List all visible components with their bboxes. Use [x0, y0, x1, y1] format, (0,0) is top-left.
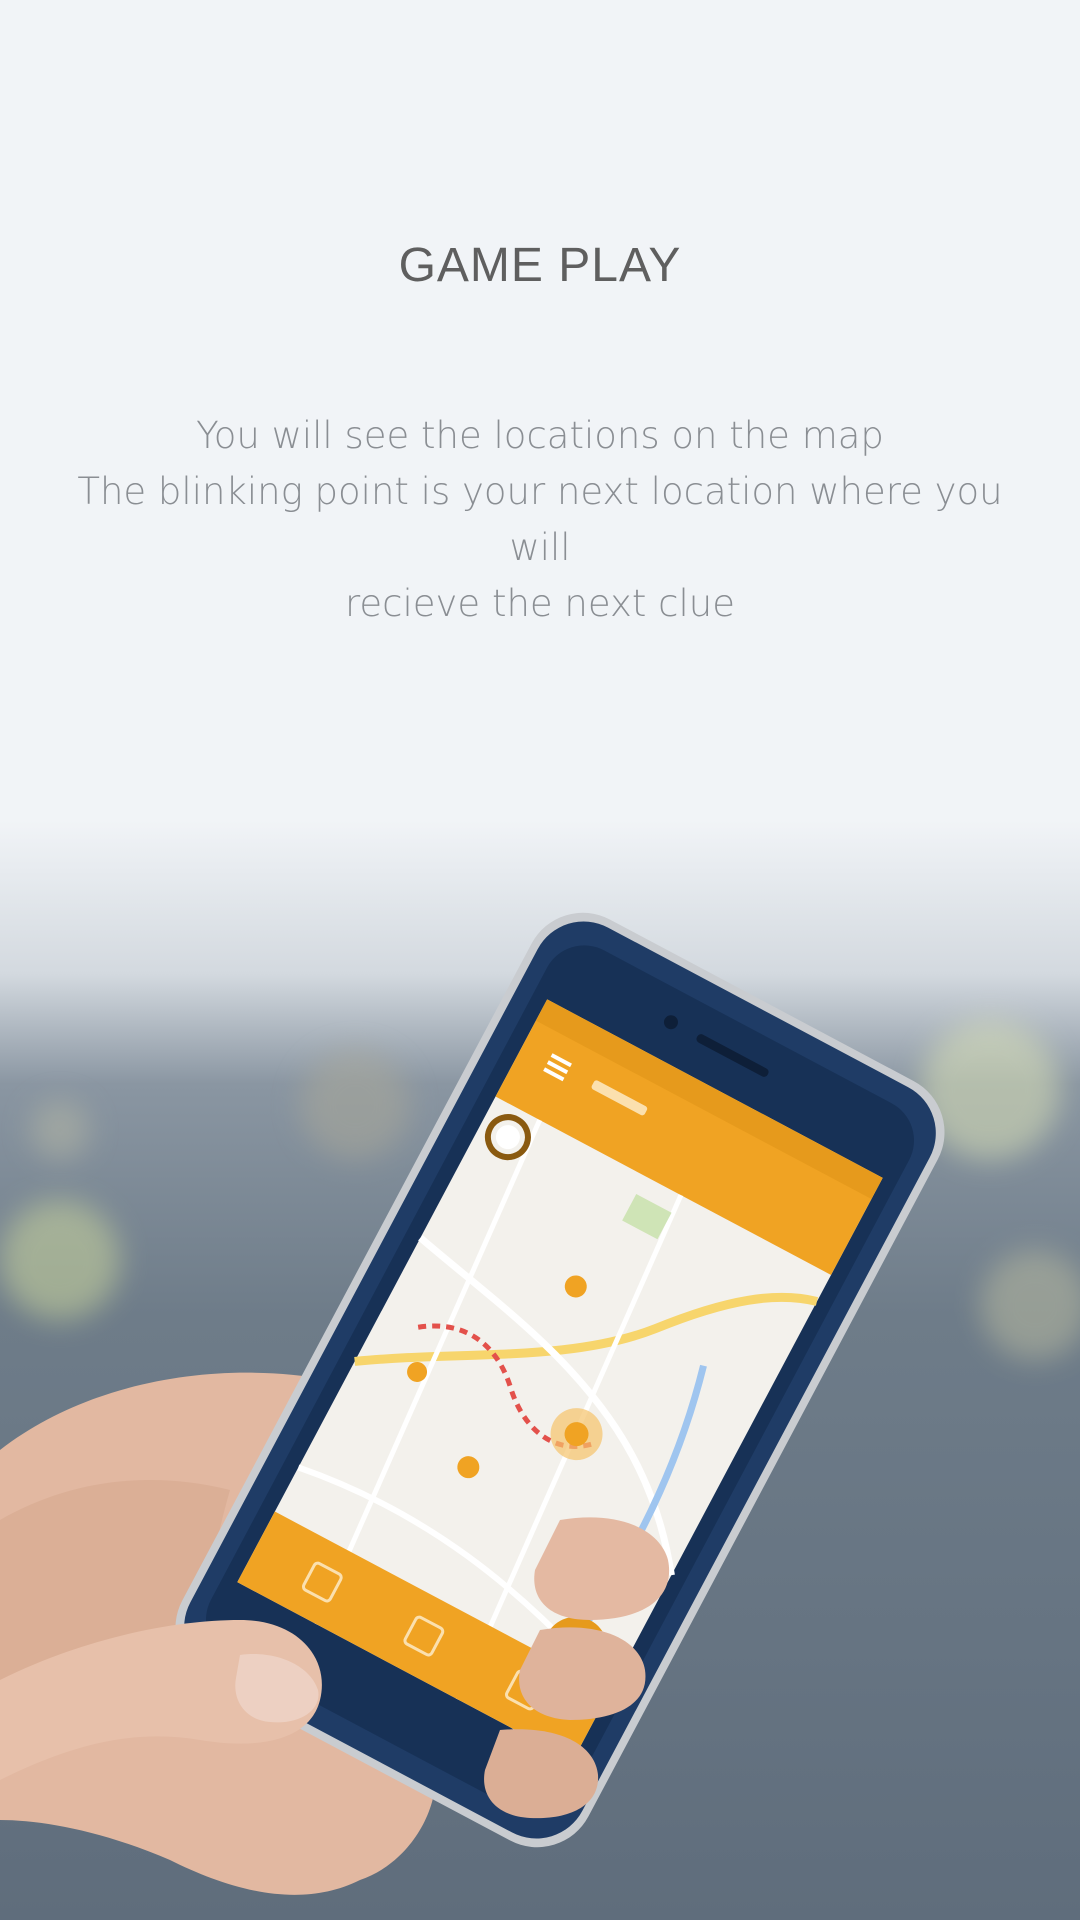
description-line-2: The blinking point is your next location…: [77, 470, 1003, 569]
description-line-3: recieve the next clue: [344, 582, 736, 625]
page-title: GAME PLAY: [398, 239, 682, 292]
description: You will see the locations on the map Th…: [60, 408, 1020, 632]
description-line-1: You will see the locations on the map: [196, 414, 884, 457]
onboarding-screen: GAME PLAY You will see the locations on …: [0, 0, 1080, 1920]
phone-illustration: [0, 912, 945, 1895]
hand-holding-phone-image: [0, 820, 1080, 1920]
